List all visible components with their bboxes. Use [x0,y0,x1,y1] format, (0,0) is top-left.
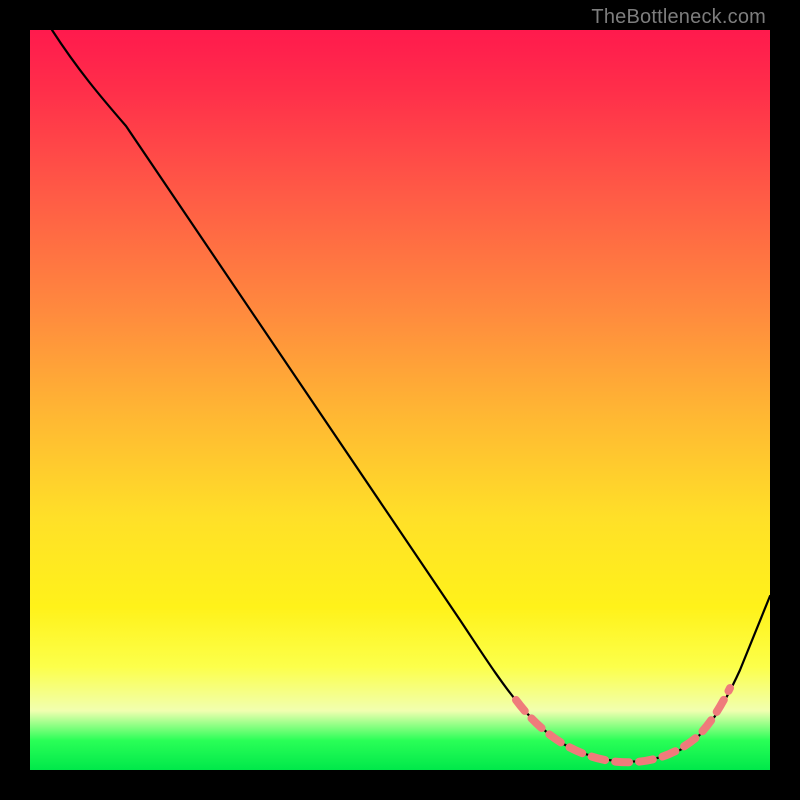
curve-layer [30,30,770,770]
optimal-range-marker [516,688,730,762]
watermark-text: TheBottleneck.com [591,6,766,29]
chart-frame: TheBottleneck.com [0,0,800,800]
plot-area [30,30,770,770]
bottleneck-curve [52,30,770,762]
